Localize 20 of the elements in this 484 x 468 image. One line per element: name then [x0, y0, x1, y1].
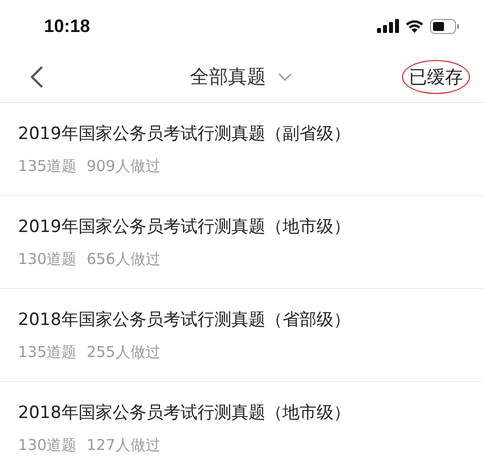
page-title: 全部真题 — [190, 65, 266, 90]
battery-icon — [430, 18, 460, 34]
paper-title[interactable]: 2019年国家公务员考试行测真题（副省级） — [18, 122, 466, 145]
paper-title[interactable]: 2019年国家公务员考试行测真题（地市级） — [18, 215, 466, 238]
paper-title[interactable]: 2018年国家公务员考试行测真题（省部级） — [18, 308, 466, 331]
question-count: 135道题 — [18, 157, 77, 176]
status-time: 10:18 — [44, 16, 90, 36]
done-count: 255人做过 — [86, 343, 160, 362]
question-count: 130道题 — [18, 436, 77, 455]
back-icon[interactable] — [30, 65, 44, 89]
done-count: 656人做过 — [86, 250, 160, 269]
cached-button[interactable]: 已缓存 — [402, 60, 470, 94]
chevron-down-icon[interactable] — [278, 73, 292, 81]
done-count: 127人做过 — [86, 436, 160, 455]
question-count: 135道题 — [18, 343, 77, 362]
done-count: 909人做过 — [86, 157, 160, 176]
paper-title[interactable]: 2018年国家公务员考试行测真题（地市级） — [18, 401, 466, 424]
question-count: 130道题 — [18, 250, 77, 269]
wifi-icon — [405, 19, 424, 33]
signal-icon — [377, 19, 399, 33]
